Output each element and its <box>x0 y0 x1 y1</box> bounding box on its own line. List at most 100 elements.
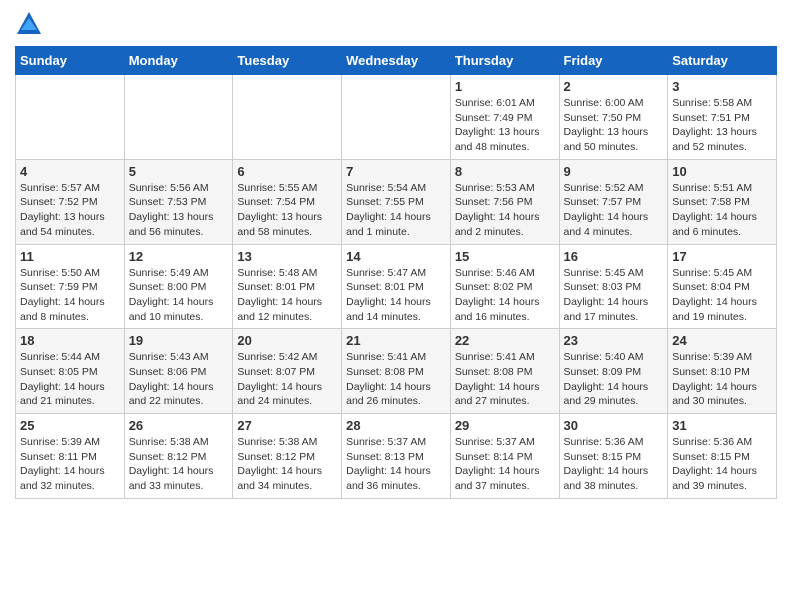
day-detail: Sunrise: 5:39 AM Sunset: 8:11 PM Dayligh… <box>20 435 120 494</box>
weekday-header-friday: Friday <box>559 47 668 75</box>
day-detail: Sunrise: 5:44 AM Sunset: 8:05 PM Dayligh… <box>20 350 120 409</box>
day-detail: Sunrise: 5:52 AM Sunset: 7:57 PM Dayligh… <box>564 181 664 240</box>
day-number: 6 <box>237 164 337 179</box>
calendar-cell: 19Sunrise: 5:43 AM Sunset: 8:06 PM Dayli… <box>124 329 233 414</box>
day-detail: Sunrise: 5:57 AM Sunset: 7:52 PM Dayligh… <box>20 181 120 240</box>
day-number: 7 <box>346 164 446 179</box>
day-number: 21 <box>346 333 446 348</box>
calendar-cell: 22 Sunrise: 5:41 AM Sunset: 8:08 PM Dayli… <box>450 329 559 414</box>
calendar-cell: 4 Sunrise: 5:57 AM Sunset: 7:52 PM Daylig… <box>16 159 125 244</box>
day-detail: Sunrise: 5:46 AM Sunset: 8:02 PM Dayligh… <box>455 266 555 325</box>
day-number: 31 <box>672 418 772 433</box>
day-detail: Sunrise: 5:36 AM Sunset: 8:15 PM Dayligh… <box>672 435 772 494</box>
day-detail: Sunrise: 5:49 AM Sunset: 8:00 PM Dayligh… <box>129 266 229 325</box>
weekday-header-monday: Monday <box>124 47 233 75</box>
calendar-cell: 30Sunrise: 5:36 AM Sunset: 8:15 PM Dayli… <box>559 414 668 499</box>
calendar-week-2: 4 Sunrise: 5:57 AM Sunset: 7:52 PM Daylig… <box>16 159 777 244</box>
calendar-week-5: 25 Sunrise: 5:39 AM Sunset: 8:11 PM Dayli… <box>16 414 777 499</box>
day-detail: Sunrise: 5:56 AM Sunset: 7:53 PM Dayligh… <box>129 181 229 240</box>
day-detail: Sunrise: 5:41 AM Sunset: 8:08 PM Dayligh… <box>346 350 446 409</box>
calendar-cell: 6 Sunrise: 5:55 AM Sunset: 7:54 PM Daylig… <box>233 159 342 244</box>
day-detail: Sunrise: 5:45 AM Sunset: 8:04 PM Dayligh… <box>672 266 772 325</box>
day-number: 11 <box>20 249 120 264</box>
calendar-week-4: 18 Sunrise: 5:44 AM Sunset: 8:05 PM Dayli… <box>16 329 777 414</box>
calendar-header: SundayMondayTuesdayWednesdayThursdayFrid… <box>16 47 777 75</box>
day-detail: Sunrise: 5:38 AM Sunset: 8:12 PM Dayligh… <box>237 435 337 494</box>
calendar-cell: 13Sunrise: 5:48 AM Sunset: 8:01 PM Dayli… <box>233 244 342 329</box>
day-detail: Sunrise: 5:37 AM Sunset: 8:13 PM Dayligh… <box>346 435 446 494</box>
day-number: 2 <box>564 79 664 94</box>
day-detail: Sunrise: 5:54 AM Sunset: 7:55 PM Dayligh… <box>346 181 446 240</box>
day-number: 1 <box>455 79 555 94</box>
day-number: 9 <box>564 164 664 179</box>
day-detail: Sunrise: 5:53 AM Sunset: 7:56 PM Dayligh… <box>455 181 555 240</box>
day-number: 8 <box>455 164 555 179</box>
day-number: 16 <box>564 249 664 264</box>
day-number: 22 <box>455 333 555 348</box>
day-detail: Sunrise: 5:55 AM Sunset: 7:54 PM Dayligh… <box>237 181 337 240</box>
day-detail: Sunrise: 5:48 AM Sunset: 8:01 PM Dayligh… <box>237 266 337 325</box>
logo-icon <box>15 10 43 38</box>
day-number: 17 <box>672 249 772 264</box>
day-detail: Sunrise: 5:47 AM Sunset: 8:01 PM Dayligh… <box>346 266 446 325</box>
day-number: 4 <box>20 164 120 179</box>
day-detail: Sunrise: 5:45 AM Sunset: 8:03 PM Dayligh… <box>564 266 664 325</box>
calendar-cell: 2 Sunrise: 6:00 AM Sunset: 7:50 PM Daylig… <box>559 75 668 160</box>
calendar-week-1: 1 Sunrise: 6:01 AM Sunset: 7:49 PM Daylig… <box>16 75 777 160</box>
calendar-cell <box>124 75 233 160</box>
day-number: 20 <box>237 333 337 348</box>
calendar-cell: 24 Sunrise: 5:39 AM Sunset: 8:10 PM Dayli… <box>668 329 777 414</box>
day-number: 12 <box>129 249 229 264</box>
day-number: 14 <box>346 249 446 264</box>
calendar: SundayMondayTuesdayWednesdayThursdayFrid… <box>15 46 777 499</box>
calendar-cell: 29Sunrise: 5:37 AM Sunset: 8:14 PM Dayli… <box>450 414 559 499</box>
calendar-cell <box>16 75 125 160</box>
weekday-row: SundayMondayTuesdayWednesdayThursdayFrid… <box>16 47 777 75</box>
day-detail: Sunrise: 5:40 AM Sunset: 8:09 PM Dayligh… <box>564 350 664 409</box>
logo <box>15 10 47 38</box>
day-detail: Sunrise: 5:37 AM Sunset: 8:14 PM Dayligh… <box>455 435 555 494</box>
day-number: 15 <box>455 249 555 264</box>
calendar-cell <box>233 75 342 160</box>
day-number: 25 <box>20 418 120 433</box>
day-detail: Sunrise: 5:51 AM Sunset: 7:58 PM Dayligh… <box>672 181 772 240</box>
weekday-header-thursday: Thursday <box>450 47 559 75</box>
day-detail: Sunrise: 5:36 AM Sunset: 8:15 PM Dayligh… <box>564 435 664 494</box>
weekday-header-wednesday: Wednesday <box>342 47 451 75</box>
calendar-cell: 5 Sunrise: 5:56 AM Sunset: 7:53 PM Daylig… <box>124 159 233 244</box>
day-number: 26 <box>129 418 229 433</box>
calendar-cell: 26 Sunrise: 5:38 AM Sunset: 8:12 PM Dayli… <box>124 414 233 499</box>
calendar-week-3: 11 Sunrise: 5:50 AM Sunset: 7:59 PM Dayli… <box>16 244 777 329</box>
day-number: 10 <box>672 164 772 179</box>
calendar-cell: 21 Sunrise: 5:41 AM Sunset: 8:08 PM Dayli… <box>342 329 451 414</box>
calendar-cell: 3Sunrise: 5:58 AM Sunset: 7:51 PM Daylig… <box>668 75 777 160</box>
calendar-cell: 10 Sunrise: 5:51 AM Sunset: 7:58 PM Dayli… <box>668 159 777 244</box>
calendar-cell: 11 Sunrise: 5:50 AM Sunset: 7:59 PM Dayli… <box>16 244 125 329</box>
calendar-body: 1 Sunrise: 6:01 AM Sunset: 7:49 PM Daylig… <box>16 75 777 499</box>
calendar-cell: 27 Sunrise: 5:38 AM Sunset: 8:12 PM Dayli… <box>233 414 342 499</box>
day-number: 28 <box>346 418 446 433</box>
weekday-header-sunday: Sunday <box>16 47 125 75</box>
calendar-cell: 23 Sunrise: 5:40 AM Sunset: 8:09 PM Dayli… <box>559 329 668 414</box>
day-number: 18 <box>20 333 120 348</box>
day-number: 3 <box>672 79 772 94</box>
day-detail: Sunrise: 6:01 AM Sunset: 7:49 PM Dayligh… <box>455 96 555 155</box>
calendar-cell: 1 Sunrise: 6:01 AM Sunset: 7:49 PM Daylig… <box>450 75 559 160</box>
calendar-cell: 12 Sunrise: 5:49 AM Sunset: 8:00 PM Dayli… <box>124 244 233 329</box>
day-detail: Sunrise: 5:38 AM Sunset: 8:12 PM Dayligh… <box>129 435 229 494</box>
day-detail: Sunrise: 6:00 AM Sunset: 7:50 PM Dayligh… <box>564 96 664 155</box>
day-number: 5 <box>129 164 229 179</box>
day-detail: Sunrise: 5:50 AM Sunset: 7:59 PM Dayligh… <box>20 266 120 325</box>
calendar-cell: 28 Sunrise: 5:37 AM Sunset: 8:13 PM Dayli… <box>342 414 451 499</box>
calendar-cell: 15 Sunrise: 5:46 AM Sunset: 8:02 PM Dayli… <box>450 244 559 329</box>
day-detail: Sunrise: 5:41 AM Sunset: 8:08 PM Dayligh… <box>455 350 555 409</box>
day-number: 27 <box>237 418 337 433</box>
day-detail: Sunrise: 5:42 AM Sunset: 8:07 PM Dayligh… <box>237 350 337 409</box>
day-number: 24 <box>672 333 772 348</box>
calendar-cell <box>342 75 451 160</box>
calendar-cell: 9 Sunrise: 5:52 AM Sunset: 7:57 PM Daylig… <box>559 159 668 244</box>
day-detail: Sunrise: 5:39 AM Sunset: 8:10 PM Dayligh… <box>672 350 772 409</box>
calendar-cell: 18 Sunrise: 5:44 AM Sunset: 8:05 PM Dayli… <box>16 329 125 414</box>
day-number: 23 <box>564 333 664 348</box>
calendar-cell: 25 Sunrise: 5:39 AM Sunset: 8:11 PM Dayli… <box>16 414 125 499</box>
